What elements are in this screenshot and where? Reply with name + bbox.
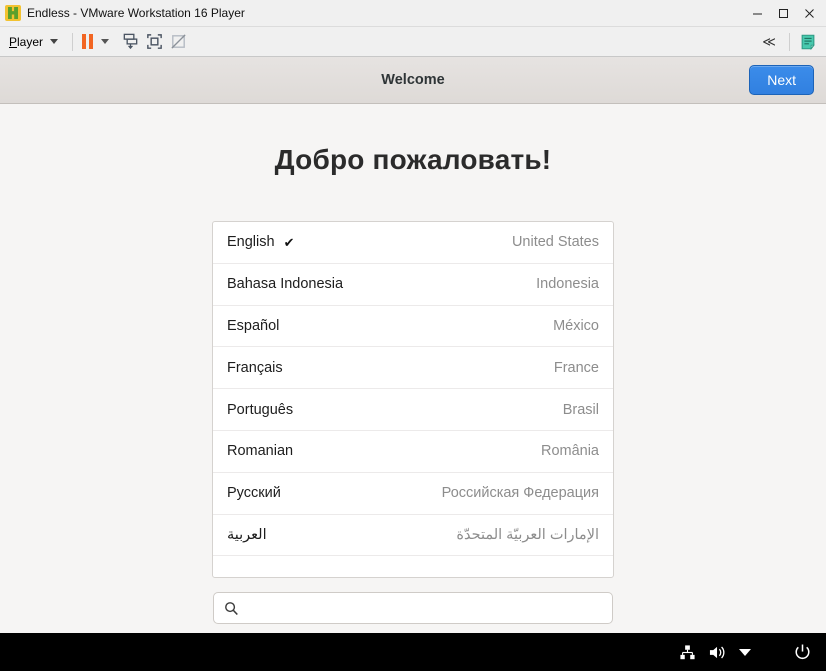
list-item[interactable]: Español México xyxy=(213,306,613,348)
vmware-player-window: Endless - VMware Workstation 16 Player P… xyxy=(0,0,826,671)
pause-button[interactable] xyxy=(79,34,96,49)
language-name: Русский xyxy=(227,485,281,502)
vmware-logo-icon xyxy=(5,5,21,21)
maximize-icon xyxy=(778,8,788,18)
language-name: English ✔ xyxy=(227,234,295,251)
toolbar-right-group: ≪ xyxy=(755,27,820,56)
notes-button[interactable] xyxy=(796,31,820,53)
language-name: Español xyxy=(227,317,280,334)
minimize-icon xyxy=(752,13,762,14)
collapse-toolbar-button[interactable]: ≪ xyxy=(755,31,783,53)
close-icon xyxy=(804,8,814,18)
guest-os-screen: Welcome Next Добро пожаловать! English ✔… xyxy=(0,57,826,671)
player-menu-label: Player xyxy=(9,34,44,49)
language-name: Français xyxy=(227,359,283,376)
search-box[interactable] xyxy=(213,592,613,625)
welcome-page: Добро пожаловать! English ✔ United State… xyxy=(0,104,826,633)
power-icon[interactable] xyxy=(793,643,812,662)
toolbar-separator xyxy=(72,32,74,51)
language-country: Brasil xyxy=(562,401,599,418)
window-titlebar: Endless - VMware Workstation 16 Player xyxy=(0,0,826,27)
notes-icon xyxy=(801,34,815,50)
list-item[interactable]: English ✔ United States xyxy=(213,222,613,264)
search-input[interactable] xyxy=(247,592,602,625)
list-item[interactable]: Русский Российская Федерация xyxy=(213,473,613,515)
language-country: United States xyxy=(511,234,599,251)
guest-taskbar xyxy=(0,633,826,671)
language-country: Indonesia xyxy=(536,276,599,293)
pause-icon-bar-right xyxy=(89,34,94,49)
pause-dropdown-caret-icon[interactable] xyxy=(101,39,110,44)
list-item-partial[interactable] xyxy=(213,556,613,577)
list-item[interactable]: Português Brasil xyxy=(213,389,613,431)
welcome-heading: Добро пожаловать! xyxy=(274,144,552,175)
network-icon[interactable] xyxy=(679,644,696,661)
player-menu-button[interactable]: Player xyxy=(0,31,66,53)
window-controls xyxy=(744,0,826,26)
maximize-button[interactable] xyxy=(770,0,796,26)
send-key-icon xyxy=(123,33,137,50)
unity-disabled-icon xyxy=(170,34,186,49)
gnome-headerbar: Welcome Next xyxy=(0,57,826,104)
vmware-toolbar: Player ≪ xyxy=(0,27,826,57)
list-item[interactable]: Romanian România xyxy=(213,431,613,473)
window-title: Endless - VMware Workstation 16 Player xyxy=(27,6,245,20)
language-name: العربية xyxy=(227,526,267,543)
language-country: México xyxy=(553,317,599,334)
full-screen-button[interactable] xyxy=(142,31,166,53)
close-button[interactable] xyxy=(796,0,822,26)
search-icon xyxy=(224,601,239,616)
list-item[interactable]: Français France xyxy=(213,347,613,390)
send-ctrl-alt-del-button[interactable] xyxy=(118,31,142,53)
language-country: France xyxy=(553,359,599,376)
language-country: الإمارات العربيّة المتحدّة xyxy=(456,526,599,543)
chevron-down-icon xyxy=(50,39,59,44)
language-name: Bahasa Indonesia xyxy=(227,276,344,293)
language-country: Российская Федерация xyxy=(441,485,599,502)
next-button[interactable]: Next xyxy=(749,65,814,95)
unity-mode-button[interactable] xyxy=(166,31,190,53)
page-title: Welcome xyxy=(381,72,445,88)
toolbar-separator-right xyxy=(789,32,790,51)
minimize-button[interactable] xyxy=(744,0,770,26)
chevron-down-icon[interactable] xyxy=(739,648,751,656)
list-item[interactable]: العربية الإمارات العربيّة المتحدّة xyxy=(213,515,613,557)
language-name: Português xyxy=(227,401,294,418)
fullscreen-icon xyxy=(146,34,162,49)
volume-icon[interactable] xyxy=(708,644,727,661)
language-name: Romanian xyxy=(227,443,294,460)
system-tray xyxy=(679,643,812,662)
check-icon: ✔ xyxy=(283,234,295,250)
list-item[interactable]: Bahasa Indonesia Indonesia xyxy=(213,264,613,306)
pause-icon-bar-left xyxy=(82,34,87,49)
language-country: România xyxy=(540,443,599,460)
language-list: English ✔ United States Bahasa Indonesia… xyxy=(212,221,614,579)
